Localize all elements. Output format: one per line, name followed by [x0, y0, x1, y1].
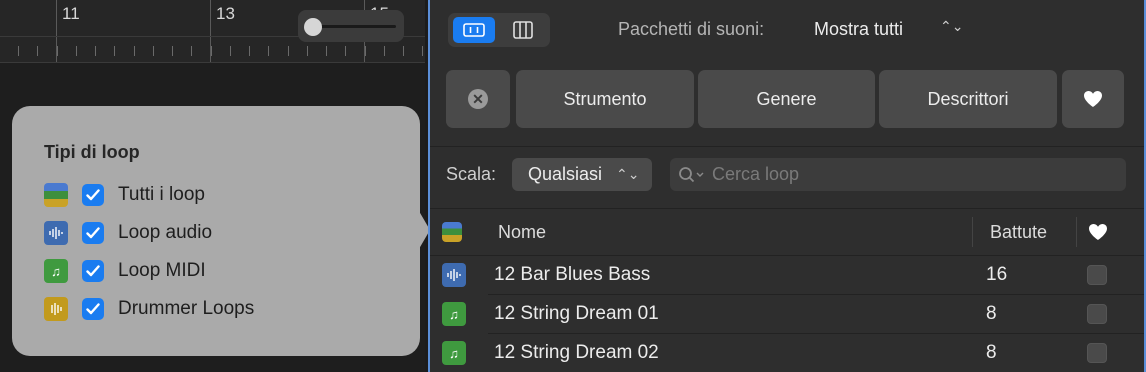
sound-packs-select[interactable]: Mostra tutti	[814, 19, 903, 40]
filter-genre-button[interactable]: Genere	[698, 70, 875, 128]
loop-bars: 16	[986, 264, 1008, 285]
chevron-up-down-icon[interactable]: ⌃⌄	[940, 18, 963, 35]
zoom-slider-knob[interactable]	[304, 18, 322, 36]
ruler-tick	[307, 46, 308, 56]
loop-bars: 8	[986, 342, 997, 363]
bar-ruler[interactable]: 11 13 15	[0, 0, 425, 63]
scale-select[interactable]: Qualsiasi ⌃⌄	[512, 158, 652, 191]
column-view-button[interactable]	[502, 17, 544, 43]
filter-descriptors-button[interactable]: Descrittori	[879, 70, 1057, 128]
loop-name: 12 String Dream 02	[494, 342, 659, 363]
table-header: Nome Battute	[430, 208, 1144, 256]
table-row[interactable]: 12 Bar Blues Bass 16	[430, 256, 1144, 294]
audio-loops-checkbox[interactable]	[82, 222, 104, 244]
ruler-tick	[134, 46, 135, 56]
column-bars-header[interactable]: Battute	[990, 209, 1047, 255]
search-input[interactable]	[710, 163, 1094, 186]
ruler-tick	[288, 46, 289, 56]
loop-type-label: Loop audio	[118, 222, 213, 243]
loop-type-label: Loop MIDI	[118, 260, 206, 281]
ruler-tick	[37, 46, 38, 56]
drummer-loop-icon	[44, 297, 68, 321]
sound-packs-label: Pacchetti di suoni:	[618, 19, 765, 39]
ruler-tick	[403, 46, 404, 56]
column-favorite-header[interactable]	[1088, 209, 1112, 255]
button-view-button[interactable]	[453, 17, 495, 43]
chevron-up-down-icon: ⌃⌄	[616, 166, 640, 182]
column-name-header[interactable]: Nome	[498, 209, 546, 255]
search-field[interactable]	[670, 158, 1126, 191]
audio-loop-icon	[442, 263, 466, 287]
search-icon[interactable]	[678, 166, 706, 184]
heart-icon	[1089, 224, 1107, 240]
favorite-checkbox[interactable]	[1087, 343, 1107, 363]
ruler-tick	[172, 46, 173, 56]
reset-filters-button[interactable]: ✕	[446, 70, 510, 128]
midi-loop-icon: ♫	[442, 302, 466, 326]
audio-loop-icon	[44, 221, 68, 245]
loop-type-all[interactable]: Tutti i loop	[44, 182, 205, 208]
ruler-tick	[365, 46, 366, 56]
zoom-slider[interactable]	[298, 10, 404, 42]
heart-icon	[1084, 91, 1102, 107]
loop-type-label: Tutti i loop	[118, 184, 205, 205]
loop-bars: 8	[986, 303, 997, 324]
divider	[430, 146, 1144, 147]
popover-title: Tipi di loop	[44, 142, 140, 162]
bar-number: 13	[216, 4, 235, 23]
ruler-tick	[18, 46, 19, 56]
table-row[interactable]: ♫ 12 String Dream 02 8	[430, 334, 1144, 372]
ruler-tick	[422, 46, 423, 56]
filter-instrument-button[interactable]: Strumento	[516, 70, 694, 128]
midi-loop-icon: ♫	[442, 341, 466, 365]
table-row[interactable]: ♫ 12 String Dream 01 8	[430, 295, 1144, 333]
favorite-checkbox[interactable]	[1087, 265, 1107, 285]
zoom-slider-track	[310, 25, 396, 28]
ruler-tick	[268, 46, 269, 56]
midi-loop-icon: ♫	[44, 259, 68, 283]
ruler-tick	[191, 46, 192, 56]
loop-name: 12 String Dream 01	[494, 303, 659, 324]
all-loops-checkbox[interactable]	[82, 184, 104, 206]
loop-type-label: Drummer Loops	[118, 298, 255, 319]
loop-type-drummer[interactable]: Drummer Loops	[44, 296, 254, 322]
ruler-tick	[76, 46, 77, 56]
scale-label: Scala:	[446, 164, 497, 184]
ruler-tick	[249, 46, 250, 56]
scale-value: Qualsiasi	[528, 164, 603, 184]
ruler-tick	[326, 46, 327, 56]
loop-browser: Pacchetti di suoni: Mostra tutti ⌃⌄ ✕ St…	[428, 0, 1146, 372]
ruler-tick	[57, 46, 58, 56]
ruler-tick	[345, 46, 346, 56]
favorite-checkbox[interactable]	[1087, 304, 1107, 324]
column-type-header[interactable]	[442, 209, 466, 255]
ruler-tick	[95, 46, 96, 56]
ruler-tick	[230, 46, 231, 56]
loop-type-midi[interactable]: ♫ Loop MIDI	[44, 258, 206, 284]
ruler-tick	[384, 46, 385, 56]
all-loops-icon	[442, 222, 462, 242]
ruler-tick	[211, 46, 212, 56]
loop-name: 12 Bar Blues Bass	[494, 264, 651, 285]
loop-types-popover: Tipi di loop Tutti i loop Loop audio ♫ L…	[12, 106, 420, 356]
clear-icon: ✕	[468, 89, 488, 109]
midi-loops-checkbox[interactable]	[82, 260, 104, 282]
bar-number: 11	[62, 4, 80, 23]
ruler-tick	[114, 46, 115, 56]
all-loops-icon	[44, 183, 68, 207]
drummer-loops-checkbox[interactable]	[82, 298, 104, 320]
column-divider	[1076, 217, 1077, 247]
ruler-tick	[153, 46, 154, 56]
loop-type-audio[interactable]: Loop audio	[44, 220, 212, 246]
column-divider	[972, 217, 973, 247]
favorites-filter-button[interactable]	[1062, 70, 1124, 128]
view-toggle	[448, 13, 550, 47]
